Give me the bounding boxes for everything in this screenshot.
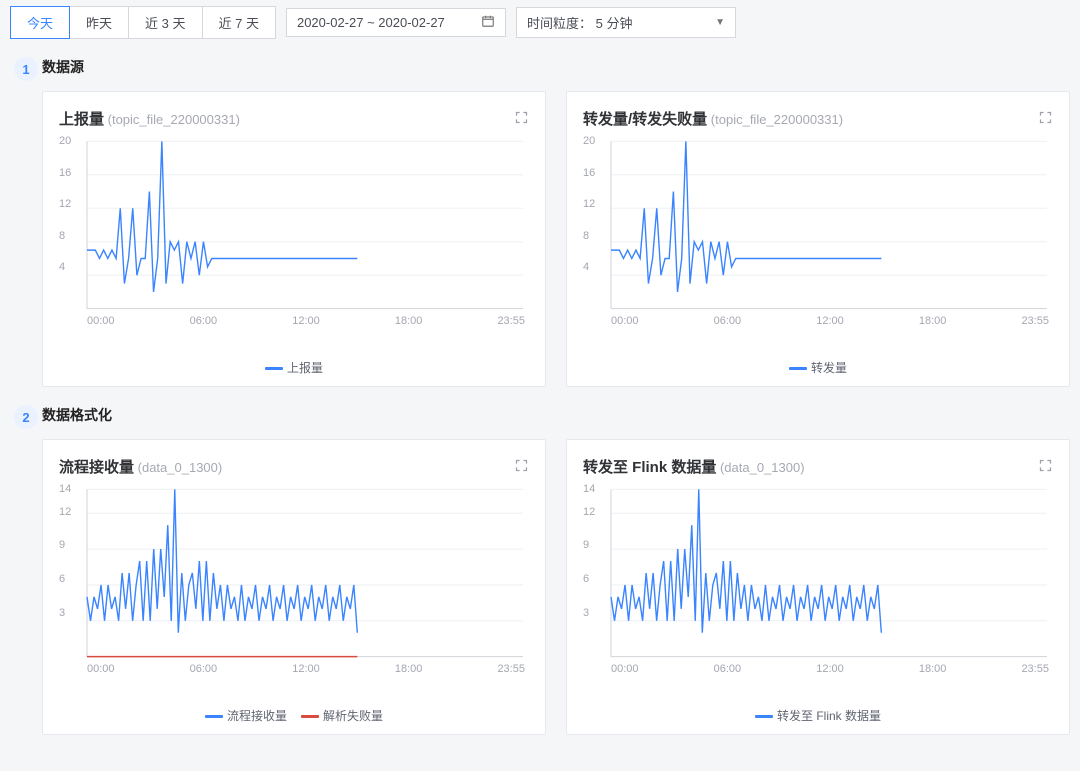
chart-legend: 流程接收量解析失败量 [59,703,529,728]
legend-item: 转发量 [789,359,847,376]
chart-plot: 4812162000:0006:0012:0018:0023:55 [583,135,1053,355]
x-tick: 12:00 [292,663,320,675]
chevron-down-icon: ▼ [715,17,725,28]
panel-title: 上报量 [59,111,104,128]
chart-legend: 转发量 [583,355,1053,380]
toolbar: 今天 昨天 近 3 天 近 7 天 2020-02-27 ~ 2020-02-2… [10,6,1070,39]
granularity-label: 时间粒度： [527,16,592,31]
expand-icon[interactable] [1038,110,1053,128]
legend-item: 上报量 [265,359,323,376]
expand-icon[interactable] [514,458,529,476]
date-range-picker[interactable]: 2020-02-27 ~ 2020-02-27 [286,8,506,37]
range-segment: 今天 昨天 近 3 天 近 7 天 [10,6,276,39]
x-tick: 12:00 [816,315,844,327]
panel-title: 流程接收量 [59,459,134,476]
x-tick: 18:00 [919,663,947,675]
chart-plot: 369121400:0006:0012:0018:0023:55 [583,483,1053,703]
step-badge-1: 1 [14,57,38,81]
panel-subtitle: (topic_file_220000331) [108,112,240,127]
chart-legend: 转发至 Flink 数据量 [583,703,1053,728]
panel-forward-volume: 转发量/转发失败量 (topic_file_220000331)48121620… [566,91,1070,387]
legend-item: 流程接收量 [205,707,287,724]
x-tick: 00:00 [87,315,115,327]
x-tick: 00:00 [611,315,639,327]
x-tick: 12:00 [816,663,844,675]
x-tick: 23:55 [1021,663,1049,675]
range-today[interactable]: 今天 [10,6,70,39]
legend-item: 解析失败量 [301,707,383,724]
chart-legend: 上报量 [59,355,529,380]
x-tick: 00:00 [87,663,115,675]
chart-plot: 4812162000:0006:0012:0018:0023:55 [59,135,529,355]
section-title-1: 数据源 [42,57,1070,77]
chart-plot: 369121400:0006:0012:0018:0023:55 [59,483,529,703]
panel-title: 转发至 Flink 数据量 [583,459,716,476]
x-tick: 06:00 [190,663,218,675]
expand-icon[interactable] [514,110,529,128]
panel-process-receive: 流程接收量 (data_0_1300)369121400:0006:0012:0… [42,439,546,735]
expand-icon[interactable] [1038,458,1053,476]
section-title-2: 数据格式化 [42,405,1070,425]
panel-title: 转发量/转发失败量 [583,111,707,128]
calendar-icon [481,14,495,31]
x-tick: 00:00 [611,663,639,675]
x-tick: 18:00 [395,315,423,327]
x-tick: 18:00 [395,663,423,675]
x-tick: 06:00 [714,663,742,675]
range-yesterday[interactable]: 昨天 [69,6,129,39]
x-tick: 12:00 [292,315,320,327]
granularity-select[interactable]: 时间粒度： 5 分钟 ▼ [516,7,736,38]
x-tick: 23:55 [1021,315,1049,327]
granularity-value: 5 分钟 [596,16,633,31]
panel-flink-forward: 转发至 Flink 数据量 (data_0_1300)369121400:000… [566,439,1070,735]
x-tick: 23:55 [497,315,525,327]
panel-subtitle: (topic_file_220000331) [711,112,843,127]
x-tick: 18:00 [919,315,947,327]
panel-subtitle: (data_0_1300) [720,460,805,475]
x-tick: 06:00 [190,315,218,327]
date-range-text: 2020-02-27 ~ 2020-02-27 [297,15,445,30]
step-badge-2: 2 [14,405,38,429]
panel-report-volume: 上报量 (topic_file_220000331)4812162000:000… [42,91,546,387]
range-7d[interactable]: 近 7 天 [202,6,276,39]
panel-subtitle: (data_0_1300) [138,460,223,475]
range-3d[interactable]: 近 3 天 [128,6,202,39]
x-tick: 06:00 [714,315,742,327]
legend-item: 转发至 Flink 数据量 [755,707,881,724]
x-tick: 23:55 [497,663,525,675]
